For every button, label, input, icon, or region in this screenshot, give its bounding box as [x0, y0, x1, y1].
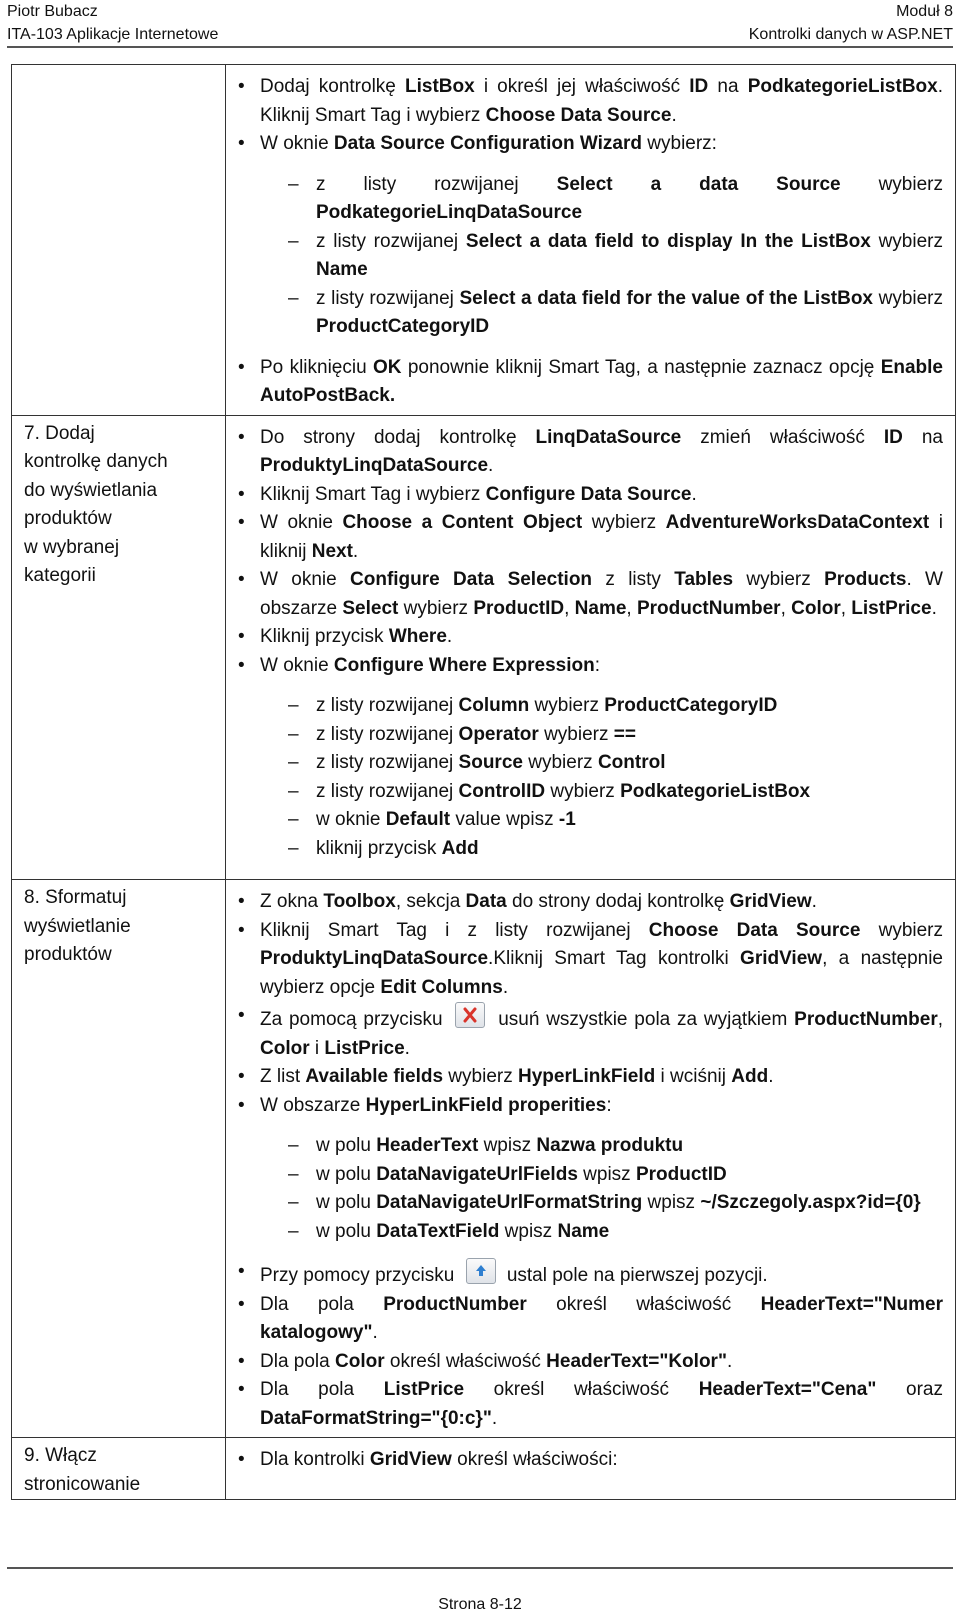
bullet-list: Dodaj kontrolkę ListBox i określ jej wła…	[234, 73, 943, 411]
instruction-text: Kliknij Smart Tag i z listy rozwijanej C…	[260, 919, 944, 998]
instruction-item: Dla pola ListPrice określ właściwość Hea…	[234, 1376, 943, 1433]
step-label-line: kategorii	[24, 565, 96, 586]
sub-step-item: kliknij przycisk Add	[260, 835, 943, 864]
instruction-text: Kliknij Smart Tag i wybierz Configure Da…	[260, 483, 697, 505]
instruction-item: W oknie Configure Where Expression: z lis…	[234, 652, 943, 864]
bullet-list: Dla kontrolki GridView określ właściwośc…	[234, 1446, 943, 1475]
module-topic: Kontrolki danych w ASP.NET	[748, 26, 953, 43]
step-instructions: Z okna Toolbox, sekcja Data do strony do…	[225, 879, 956, 1438]
instruction-text: Kliknij przycisk Where.	[260, 626, 453, 647]
sub-step-item: z listy rozwijanej Source wybierz Contro…	[260, 749, 943, 778]
instruction-text: W oknie Choose a Content Object wybierz …	[260, 512, 944, 562]
instruction-text: Po kliknięciu OK ponownie kliknij Smart …	[260, 356, 944, 407]
sub-step-item: z listy rozwijanej Select a data field t…	[260, 228, 943, 285]
page-header: Piotr Bubacz ITA-103 Aplikacje Interneto…	[7, 0, 953, 46]
step-instructions: Dla kontrolki GridView określ właściwośc…	[225, 1437, 956, 1500]
move-up-icon	[465, 1258, 496, 1284]
instruction-item: Dla pola ProductNumber określ właściwość…	[234, 1291, 943, 1348]
step-row: Dodaj kontrolkę ListBox i określ jej wła…	[11, 64, 956, 416]
instruction-item: W oknie Choose a Content Object wybierz …	[234, 509, 943, 566]
sub-step-item: w polu DataNavigateUrlFormatString wpisz…	[260, 1189, 943, 1218]
instruction-text: Dla pola ProductNumber określ właściwość…	[260, 1293, 943, 1344]
page-number: Strona 8-12	[438, 1596, 522, 1613]
sub-step-item: w oknie Default value wpisz -1	[260, 806, 943, 835]
course-title: ITA-103 Aplikacje Internetowe	[7, 26, 219, 43]
bullet-list: Z okna Toolbox, sekcja Data do strony do…	[234, 888, 943, 1433]
sub-step-list: z listy rozwijanej Select a data Source …	[260, 171, 943, 342]
instruction-text: Przy pomocy przycisku ustal pole na pier…	[260, 1258, 768, 1286]
instruction-text: Z list Available fields wybierz HyperLin…	[260, 1066, 774, 1087]
instruction-text: Dodaj kontrolkę ListBox i określ jej wła…	[260, 76, 944, 126]
instruction-text: W oknie Configure Where Expression:	[260, 654, 600, 676]
step-label-line: w wybranej	[24, 536, 120, 558]
sub-step-item: z listy rozwijanej ControlID wybierz Pod…	[260, 778, 943, 807]
step-label: 9. Włącz stronicowanie	[11, 1437, 226, 1500]
instruction-text: W oknie Configure Data Selection z listy…	[260, 569, 943, 619]
step-label	[11, 64, 226, 416]
sub-step-item: z listy rozwijanej Select a data field f…	[260, 285, 943, 342]
step-instructions: Do strony dodaj kontrolkę LinqDataSource…	[225, 414, 956, 880]
author: Piotr Bubacz	[7, 3, 98, 20]
instruction-text: W obszarze HyperLinkField properities:	[260, 1094, 612, 1116]
sub-step-list: z listy rozwijanej Column wybierz Produc…	[260, 692, 943, 863]
instruction-text: W oknie Data Source Configuration Wizard…	[260, 133, 717, 154]
instruction-item: Po kliknięciu OK ponownie kliknij Smart …	[234, 354, 943, 411]
instruction-text: Dla pola ListPrice określ właściwość Hea…	[260, 1379, 943, 1429]
instruction-item: Dodaj kontrolkę ListBox i określ jej wła…	[234, 73, 943, 130]
instruction-item: Za pomocą przycisku usuń wszystkie pola …	[234, 1002, 943, 1063]
step-row: 8. Sformatuj wyświetlanie produktów Z okna …	[11, 879, 956, 1438]
step-instructions: Dodaj kontrolkę ListBox i określ jej wła…	[225, 64, 956, 416]
step-label-line: 7. Dodaj	[24, 422, 95, 444]
instruction-item: W oknie Configure Data Selection z listy…	[234, 566, 943, 623]
bullet-list: Do strony dodaj kontrolkę LinqDataSource…	[234, 424, 943, 864]
sub-step-list: w polu HeaderText wpisz Nazwa produktuw …	[260, 1132, 943, 1246]
instruction-item: Z list Available fields wybierz HyperLin…	[234, 1063, 943, 1092]
sub-step-item: z listy rozwijanej Operator wybierz ==	[260, 721, 943, 750]
instruction-item: Z okna Toolbox, sekcja Data do strony do…	[234, 888, 943, 917]
instruction-text: Dla kontrolki GridView określ właściwośc…	[260, 1449, 618, 1470]
instruction-item: W oknie Data Source Configuration Wizard…	[234, 130, 943, 342]
step-label-line: produktów	[24, 944, 112, 965]
sub-step-item: z listy rozwijanej Select a data Source …	[260, 171, 943, 228]
step-label-line: wyświetlanie	[24, 915, 131, 937]
step-label: 7. Dodaj kontrolkę danych do wyświetlania p…	[11, 414, 226, 880]
instruction-item: Do strony dodaj kontrolkę LinqDataSource…	[234, 424, 943, 481]
step-row: 7. Dodaj kontrolkę danych do wyświetlania p…	[11, 414, 956, 880]
step-label-line: stronicowanie	[24, 1473, 141, 1495]
step-label-line: kontrolkę danych	[24, 451, 168, 472]
instruction-item: Przy pomocy przycisku ustal pole na pier…	[234, 1258, 943, 1291]
steps-table: Dodaj kontrolkę ListBox i określ jej wła…	[11, 64, 956, 1500]
step-row: 9. Włącz stronicowanie Dla kontrolki GridV…	[11, 1437, 956, 1500]
footer-divider	[7, 1567, 953, 1569]
instruction-text: Za pomocą przycisku usuń wszystkie pola …	[260, 1002, 943, 1059]
sub-step-item: w polu DataTextField wpisz Name	[260, 1218, 943, 1247]
module-number: Moduł 8	[896, 3, 953, 20]
sub-step-item: z listy rozwijanej Column wybierz Produc…	[260, 692, 943, 721]
instruction-text: Dla pola Color określ właściwość HeaderT…	[260, 1350, 733, 1372]
instruction-item: Dla pola Color określ właściwość HeaderT…	[234, 1348, 943, 1377]
step-label-line: produktów	[24, 508, 112, 529]
instruction-item: Kliknij Smart Tag i wybierz Configure Da…	[234, 481, 943, 510]
step-label-line: 9. Włącz	[24, 1445, 97, 1466]
instruction-text: Do strony dodaj kontrolkę LinqDataSource…	[260, 426, 943, 477]
instruction-item: Kliknij Smart Tag i z listy rozwijanej C…	[234, 917, 943, 1003]
instruction-item: Dla kontrolki GridView określ właściwośc…	[234, 1446, 943, 1475]
step-label-line: do wyświetlania	[24, 479, 158, 501]
step-label-line: 8. Sformatuj	[24, 887, 127, 908]
sub-step-item: w polu DataNavigateUrlFields wpisz Produ…	[260, 1161, 943, 1190]
instruction-item: Kliknij przycisk Where.	[234, 623, 943, 652]
instruction-item: W obszarze HyperLinkField properities: w …	[234, 1092, 943, 1247]
instruction-text: Z okna Toolbox, sekcja Data do strony do…	[260, 891, 817, 912]
sub-step-item: w polu HeaderText wpisz Nazwa produktu	[260, 1132, 943, 1161]
step-label: 8. Sformatuj wyświetlanie produktów	[11, 879, 226, 1438]
header-divider	[7, 46, 953, 48]
delete-icon	[455, 1002, 486, 1028]
